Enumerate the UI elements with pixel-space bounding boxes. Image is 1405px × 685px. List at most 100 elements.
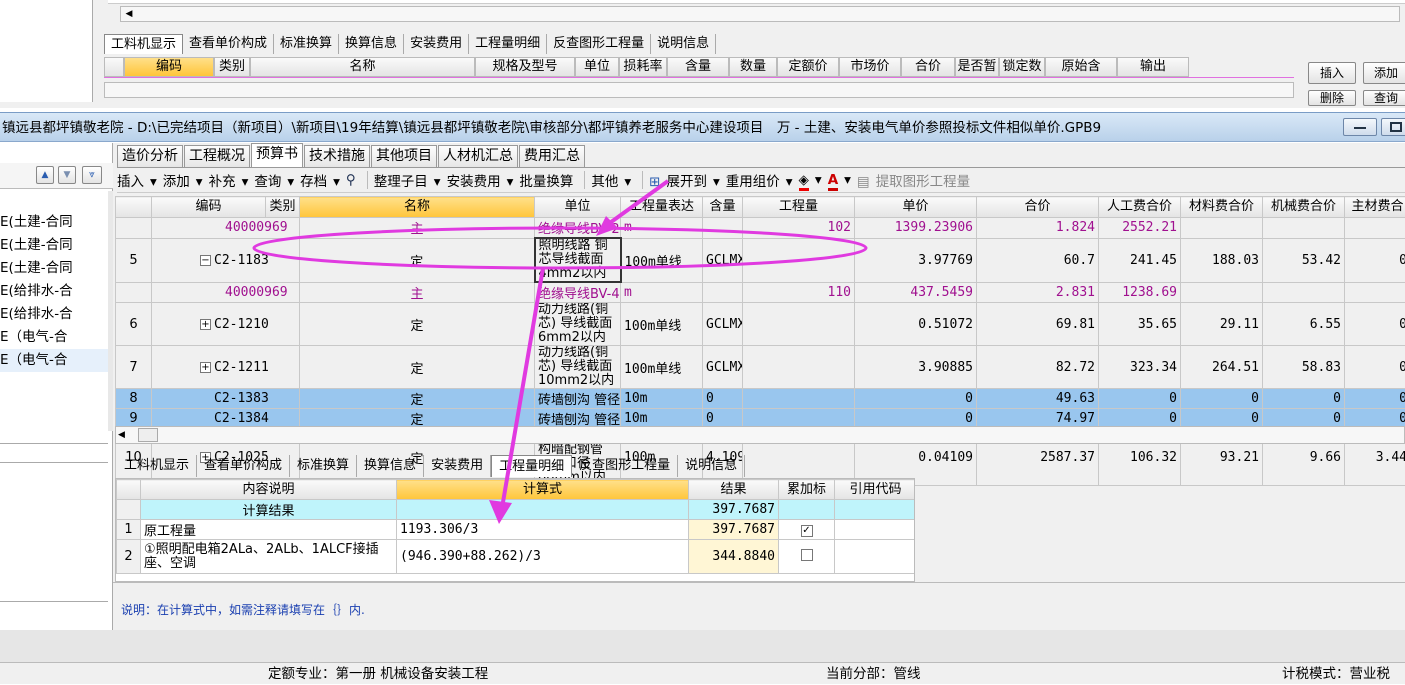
cell-name[interactable]: 动力线路(铜芯) 导线截面10mm2以内 (535, 346, 621, 389)
grid-column-header[interactable]: 含量 (703, 197, 743, 218)
toolbar-supplement[interactable]: 补充▾ (209, 170, 249, 190)
cell-name[interactable]: 照明线路 铜芯导线截面4mm2以内 (535, 238, 621, 282)
detail-tab[interactable]: 反查图形工程量 (572, 455, 678, 477)
grid-row[interactable]: 40000969主绝缘导线BV-4mm2m110437.54592.831123… (116, 282, 1405, 303)
cell-material[interactable]: 53.42 (1263, 238, 1345, 282)
cell-unit[interactable]: 100m单线 (621, 346, 703, 389)
cell-code[interactable]: C2-1383 (152, 389, 300, 409)
grid-hscrollbar[interactable]: ◀ (115, 426, 1405, 444)
binoculars-icon[interactable]: ⚲ (346, 172, 356, 188)
collapse-all-icon[interactable]: ⩔ (82, 166, 102, 184)
grid-column-header[interactable]: 类别 (266, 197, 300, 218)
tree-expand-icon[interactable]: + (200, 362, 211, 373)
cell-price[interactable]: 82.72 (977, 346, 1099, 389)
left-tree-item[interactable]: E（电气-合 (0, 349, 108, 372)
cell-qty[interactable]: 3.97769 (855, 238, 977, 282)
cell-total[interactable]: 2552.21 (1099, 218, 1181, 239)
cell-expr[interactable]: GCLMXHJ (703, 303, 743, 346)
detail-desc[interactable]: ①照明配电箱2ALa、2ALb、1ALCF接插座、空调 (141, 540, 397, 574)
cell-qty[interactable]: 0 (855, 389, 977, 409)
detail-ref-code[interactable] (835, 520, 916, 540)
toolbar-reuse-price[interactable]: 重用组价▾ (726, 170, 793, 190)
cell-machine[interactable] (1345, 282, 1405, 303)
cell-expr[interactable]: GCLMXHJ (703, 346, 743, 389)
cell-machine[interactable]: 0 (1345, 346, 1405, 389)
grid-row[interactable]: 8C2-1383定砖墙刨沟 管径20mm以内10m0049.6300000 (116, 389, 1405, 409)
detail-tab[interactable]: 查看单价构成 (197, 455, 290, 477)
detail-formula[interactable]: 1193.306/3 (397, 520, 689, 540)
detail-formula[interactable]: (946.390+88.262)/3 (397, 540, 689, 574)
cell-total[interactable]: 241.45 (1099, 238, 1181, 282)
cell-price[interactable]: 60.7 (977, 238, 1099, 282)
grid-row[interactable]: 6+C2-1210定动力线路(铜芯) 导线截面6mm2以内100m单线GCLMX… (116, 303, 1405, 346)
cell-machine[interactable]: 0 (1345, 303, 1405, 346)
bg-tab[interactable]: 查看单价构成 (183, 34, 274, 54)
tree-expand-icon[interactable]: + (200, 319, 211, 330)
cell-code[interactable]: +C2-1210 (152, 303, 300, 346)
scroll-left-icon[interactable]: ◀ (118, 427, 125, 443)
cell-machine[interactable]: 0 (1345, 238, 1405, 282)
cell-expr[interactable]: GCLMXHJ (703, 238, 743, 282)
cell-total[interactable]: 35.65 (1099, 303, 1181, 346)
detail-tab[interactable]: 标准换算 (290, 455, 357, 477)
main-tab[interactable]: 技术措施 (304, 145, 370, 167)
cell-qty[interactable]: 3.90885 (855, 346, 977, 389)
cell-code[interactable]: 40000969 (152, 218, 300, 239)
bg-tab[interactable]: 反查图形工程量 (547, 34, 651, 54)
toolbar-organize[interactable]: 整理子目▾ (374, 170, 441, 190)
detail-tab[interactable]: 工程量明细 (491, 455, 572, 477)
cell-labor[interactable]: 29.11 (1181, 303, 1263, 346)
main-tab[interactable]: 造价分析 (117, 145, 183, 167)
detail-tab[interactable]: 工料机显示 (117, 455, 197, 477)
minimize-button[interactable] (1343, 118, 1377, 136)
bg-tab[interactable]: 工料机显示 (104, 34, 183, 54)
cell-material[interactable]: 6.55 (1263, 303, 1345, 346)
grid-row[interactable]: 5−C2-1183定照明线路 铜芯导线截面4mm2以内100m单线GCLMXHJ… (116, 238, 1405, 282)
grid-column-header[interactable]: 主材费合 (1345, 197, 1405, 218)
grid-row[interactable]: 40000969主绝缘导线BV-2.5mm2m1021399.239061.82… (116, 218, 1405, 239)
toolbar-archive[interactable]: 存档▾ (300, 170, 340, 190)
main-tab[interactable]: 人材机汇总 (438, 145, 518, 167)
cell-expr[interactable]: 0 (703, 389, 743, 409)
detail-column-header[interactable]: 引用代码 (835, 480, 916, 500)
cell-labor[interactable]: 0 (1181, 389, 1263, 409)
grid-column-header[interactable]: 工程量表达 (621, 197, 703, 218)
grid-column-header[interactable]: 材料费合价 (1181, 197, 1263, 218)
cell-type[interactable]: 定 (300, 346, 535, 389)
left-tree-item[interactable]: E(土建-合同 (0, 234, 108, 257)
cell-labor[interactable]: 188.03 (1181, 238, 1263, 282)
cell-labor[interactable]: 264.51 (1181, 346, 1263, 389)
cell-type[interactable]: 定 (300, 238, 535, 282)
cell-code[interactable]: −C2-1183 (152, 238, 300, 282)
cell-labor[interactable] (1181, 218, 1263, 239)
restore-button[interactable] (1381, 118, 1405, 136)
toolbar-add[interactable]: 添加▾ (163, 170, 203, 190)
grid-column-header[interactable]: 名称 (300, 197, 535, 218)
detail-column-header[interactable]: 内容说明 (141, 480, 397, 500)
toolbar-batch-convert[interactable]: 批量换算 (519, 170, 573, 190)
cell-price[interactable]: 1.824 (977, 218, 1099, 239)
cell-code[interactable]: +C2-1211 (152, 346, 300, 389)
toolbar-query[interactable]: 查询▾ (254, 170, 294, 190)
query-button[interactable]: 查询 (1363, 90, 1405, 106)
cell-unit[interactable]: m (621, 218, 703, 239)
bg-tab[interactable]: 工程量明细 (469, 34, 547, 54)
left-tree-item[interactable]: E（电气-合 (0, 326, 108, 349)
move-down-icon[interactable]: ▼ (58, 166, 76, 184)
cell-material[interactable]: 58.83 (1263, 346, 1345, 389)
cell-labor[interactable] (1181, 282, 1263, 303)
cell-unit[interactable]: 10m (621, 389, 703, 409)
cell-type[interactable]: 主 (300, 282, 535, 303)
cell-unit[interactable]: 100m单线 (621, 303, 703, 346)
grid-column-header[interactable]: 单位 (535, 197, 621, 218)
cell-material[interactable] (1263, 282, 1345, 303)
cell-content[interactable]: 102 (743, 218, 855, 239)
left-tree-item[interactable]: E(土建-合同 (0, 211, 108, 234)
detail-tab[interactable]: 换算信息 (357, 455, 424, 477)
cell-name[interactable]: 动力线路(铜芯) 导线截面6mm2以内 (535, 303, 621, 346)
cell-qty[interactable]: 1399.23906 (855, 218, 977, 239)
main-tab[interactable]: 工程概况 (184, 145, 250, 167)
cell-price[interactable]: 2.831 (977, 282, 1099, 303)
detail-tab[interactable]: 安装费用 (424, 455, 491, 477)
detail-row[interactable]: 2①照明配电箱2ALa、2ALb、1ALCF接插座、空调(946.390+88.… (117, 540, 916, 574)
